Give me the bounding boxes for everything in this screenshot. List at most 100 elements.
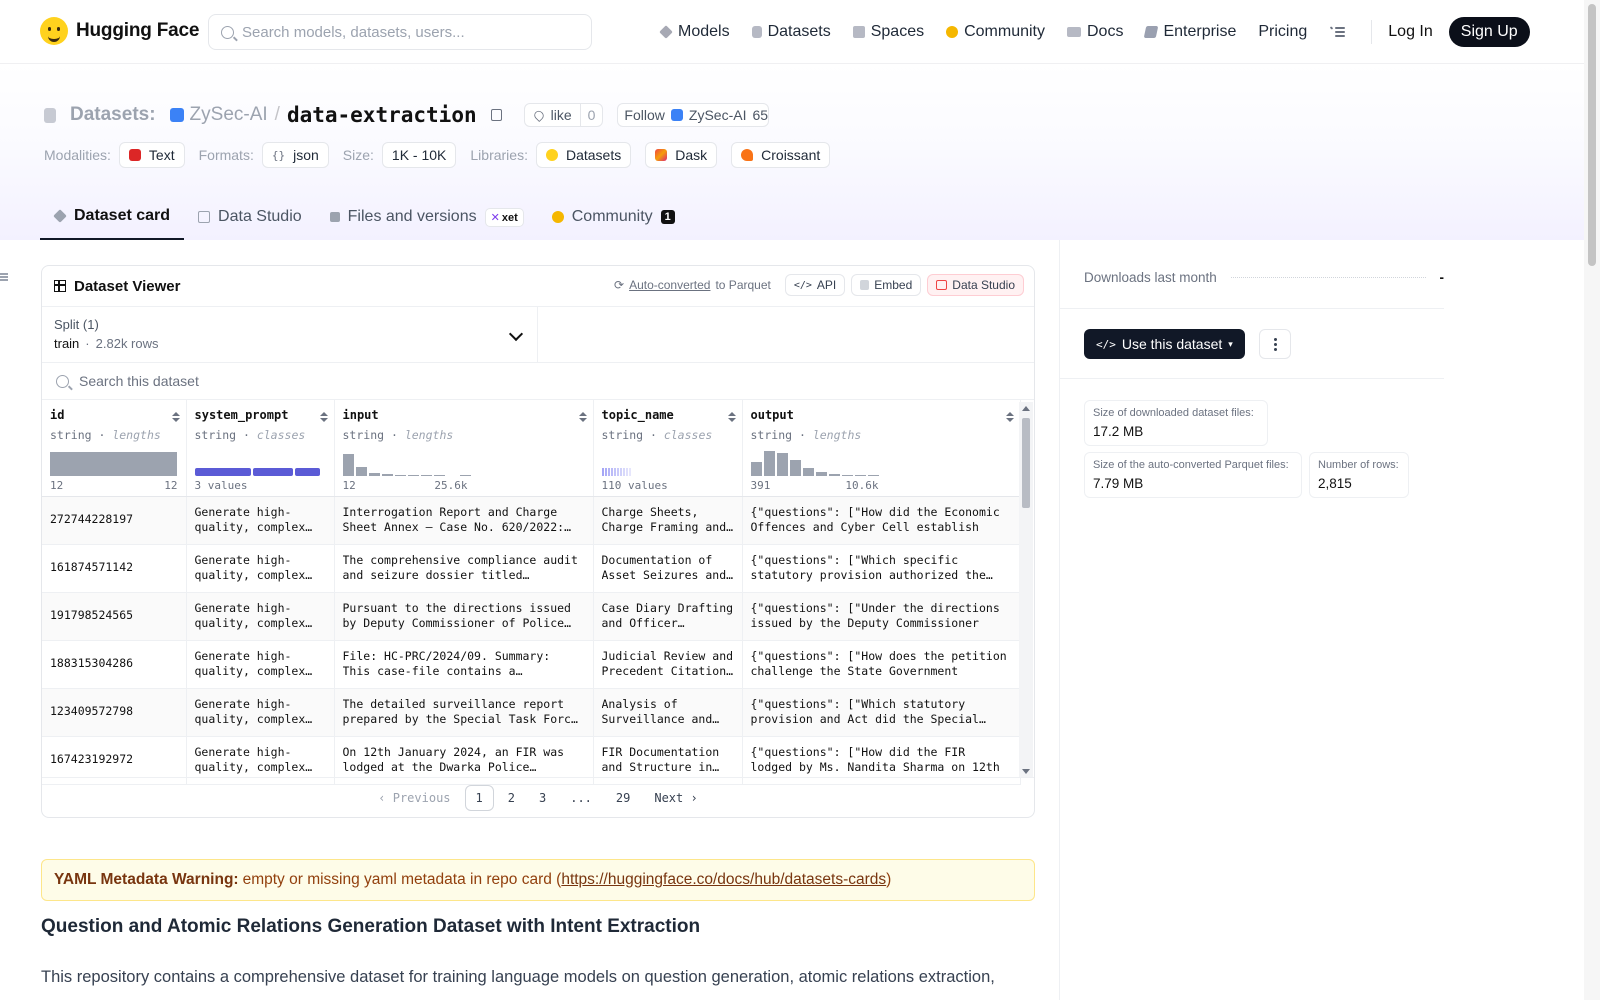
brand-name: Hugging Face [76, 20, 200, 41]
pager-page[interactable]: 2 [498, 786, 525, 810]
repo-org[interactable]: ZySec-AI [190, 104, 268, 126]
signup-button[interactable]: Sign Up [1448, 17, 1530, 47]
table-row[interactable]: 123409572798 Generate high-quality, compl… [42, 688, 1021, 737]
library-chip-croissant[interactable]: Croissant [731, 142, 831, 168]
login-link[interactable]: Log In [1388, 23, 1432, 41]
table-cell-id[interactable]: 161874571142 [42, 544, 187, 593]
dataset-search-input[interactable] [79, 373, 579, 389]
scroll-down-icon[interactable] [1022, 769, 1030, 774]
copy-icon[interactable] [490, 109, 502, 121]
library-chip-dask[interactable]: Dask [645, 142, 718, 168]
library-chip-datasets[interactable]: Datasets [535, 142, 632, 168]
histogram-bar [368, 472, 380, 476]
nav-community-label: Community [964, 23, 1045, 40]
sort-icon[interactable] [727, 412, 736, 422]
api-button[interactable]: </> API [784, 274, 846, 296]
table-scrollbar[interactable] [1019, 402, 1033, 778]
more-menu-icon[interactable] [1329, 26, 1346, 38]
table-row[interactable]: 161874571142 Generate high-quality, compl… [42, 544, 1021, 593]
col-header-output[interactable]: output string · lengths 391 10.6k [742, 400, 1021, 497]
data-studio-button[interactable]: Data Studio [927, 274, 1024, 296]
sidebar-toggle-icon[interactable] [0, 272, 9, 282]
table-cell-system-prompt[interactable]: Generate high-quality, complex questions [186, 688, 335, 737]
table-cell-topic-name[interactable]: Charge Sheets, Charge Framing and Trial [593, 496, 743, 545]
tab-community[interactable]: Community 1 [538, 194, 689, 240]
warning-link[interactable]: https://huggingface.co/docs/hub/datasets… [561, 871, 886, 889]
use-this-dataset-button[interactable]: </> Use this dataset ▾ [1084, 329, 1245, 359]
table-cell-system-prompt[interactable]: Generate high-quality, complex questions [186, 544, 335, 593]
pager-previous[interactable]: ‹ Previous [368, 786, 460, 810]
table-cell-id[interactable]: 191798524565 [42, 592, 187, 641]
table-cell-system-prompt[interactable]: Generate high-quality, complex questions [186, 640, 335, 689]
format-chip[interactable]: {} json [261, 142, 329, 168]
global-search-input[interactable] [242, 23, 572, 41]
brand-link[interactable]: Hugging Face [40, 17, 199, 45]
col-header-id[interactable]: id string · lengths 12 12 [42, 400, 187, 497]
repo-name[interactable]: data-extraction [287, 103, 477, 127]
nav-community[interactable]: Community [946, 23, 1045, 41]
page-scrollbar[interactable] [1584, 0, 1600, 1000]
downloads-row: Downloads last month - [1084, 270, 1444, 285]
table-row[interactable]: 188315304286 Generate high-quality, compl… [42, 640, 1021, 689]
table-cell-output[interactable]: {"questions": ["How did the Economic Off… [742, 496, 1021, 545]
table-cell-topic-name[interactable]: Case Diary Drafting and Officer Accounta… [593, 592, 743, 641]
page-scrollbar-thumb[interactable] [1588, 4, 1596, 266]
nav-enterprise-label: Enterprise [1163, 23, 1237, 40]
follow-button[interactable]: Follow ZySec-AI 65 [617, 103, 770, 127]
table-cell-system-prompt[interactable]: Generate high-quality, complex questions [186, 496, 335, 545]
more-options-button[interactable] [1259, 329, 1291, 359]
col-header-topic-name[interactable]: topic_name string · classes 110 values [593, 400, 743, 497]
table-cell-output[interactable]: {"questions": ["Under the directions iss… [742, 592, 1021, 641]
modality-chip[interactable]: Text [118, 142, 185, 168]
table-cell-output[interactable]: {"questions": ["Which statutory provisio… [742, 688, 1021, 737]
table-row[interactable]: 272744228197 Generate high-quality, compl… [42, 496, 1021, 545]
nav-spaces[interactable]: Spaces [852, 23, 924, 41]
sort-icon[interactable] [578, 412, 587, 422]
table-row[interactable]: 191798524565 Generate high-quality, compl… [42, 592, 1021, 641]
split-selector[interactable]: Split (1) train · 2.82k rows [42, 307, 538, 362]
repo-meta-row: Modalities: Text Formats: {} json Size: 1… [44, 142, 844, 168]
nav-models-label: Models [678, 23, 730, 40]
pager-page[interactable]: 1 [464, 784, 494, 811]
auto-converted-link[interactable]: Auto-converted [629, 278, 710, 292]
table-cell-id[interactable]: 188315304286 [42, 640, 187, 689]
nav-enterprise[interactable]: Enterprise [1144, 23, 1237, 41]
nav-docs[interactable]: Docs [1067, 23, 1123, 41]
table-cell-topic-name[interactable]: Documentation of Asset Seizures and Conf… [593, 544, 743, 593]
global-search[interactable] [208, 14, 592, 50]
table-cell-input[interactable]: Pursuant to the directions issued by Dep… [334, 592, 594, 641]
pager-page[interactable]: 29 [606, 786, 640, 810]
sort-icon[interactable] [1005, 412, 1014, 422]
cell-text: On 12th January 2024, an FIR was lodged … [342, 744, 565, 775]
scrollbar-thumb[interactable] [1022, 418, 1030, 508]
table-cell-system-prompt[interactable]: Generate high-quality, complex questions [186, 592, 335, 641]
dataset-search[interactable] [42, 363, 1034, 400]
table-cell-id[interactable]: 272744228197 [42, 496, 187, 545]
table-cell-topic-name[interactable]: Analysis of Surveillance and Intercept R… [593, 688, 743, 737]
pager-next[interactable]: Next › [644, 786, 707, 810]
table-cell-input[interactable]: Interrogation Report and Charge Sheet An… [334, 496, 594, 545]
tab-dataset-card[interactable]: Dataset card [40, 194, 185, 240]
table-cell-output[interactable]: {"questions": ["Which specific statutory… [742, 544, 1021, 593]
scroll-up-icon[interactable] [1022, 406, 1030, 411]
table-cell-id[interactable]: 123409572798 [42, 688, 187, 737]
like-button[interactable]: like 0 [523, 103, 604, 127]
nav-models[interactable]: Models [659, 23, 730, 41]
table-cell-input[interactable]: The comprehensive compliance audit and s… [334, 544, 594, 593]
table-cell-topic-name[interactable]: Judicial Review and Precedent Citation i… [593, 640, 743, 689]
size-chip[interactable]: 1K - 10K [381, 142, 457, 168]
pager-page[interactable]: 3 [529, 786, 556, 810]
col-header-system-prompt[interactable]: system_prompt string · classes 3 values [186, 400, 335, 497]
tab-data-studio[interactable]: Data Studio [184, 194, 316, 240]
table-cell-input[interactable]: The detailed surveillance report prepare… [334, 688, 594, 737]
embed-button[interactable]: Embed [851, 274, 922, 296]
col-header-input[interactable]: input string · lengths 12 25.6k [334, 400, 594, 497]
repo-kind[interactable]: Datasets: [70, 104, 156, 126]
tab-files[interactable]: Files and versions ✕ xet [316, 194, 538, 240]
table-cell-output[interactable]: {"questions": ["How does the petition ch… [742, 640, 1021, 689]
table-cell-input[interactable]: File: HC-PRC/2024/09. Summary: This case… [334, 640, 594, 689]
nav-pricing[interactable]: Pricing [1258, 23, 1307, 41]
sort-icon[interactable] [319, 412, 328, 422]
nav-datasets[interactable]: Datasets [751, 23, 831, 41]
sort-icon[interactable] [171, 412, 180, 422]
